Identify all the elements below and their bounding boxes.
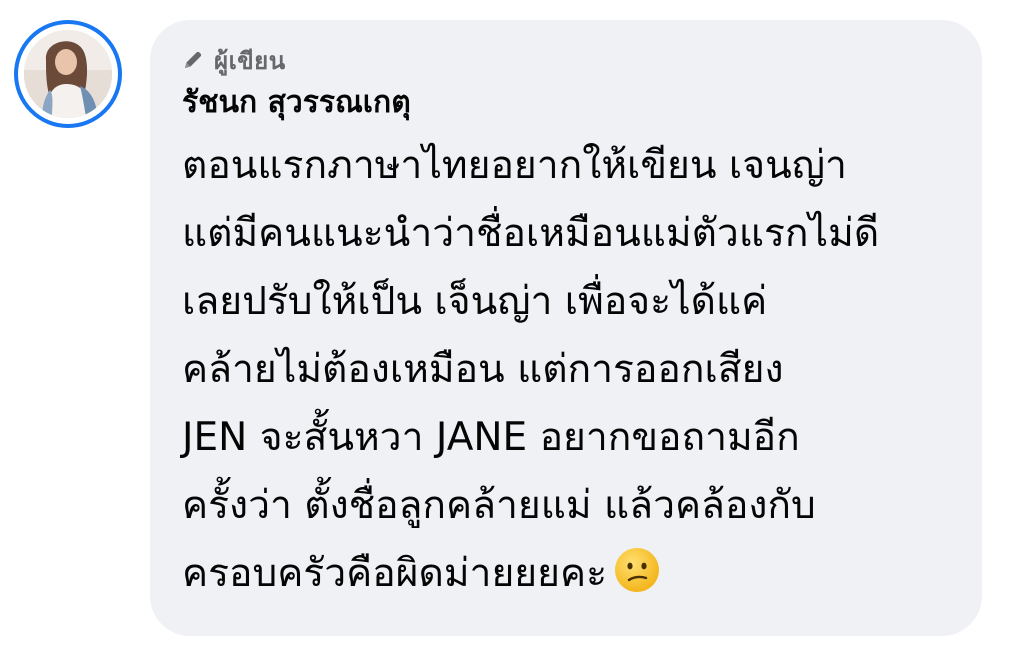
comment-text: ตอนแรกภาษาไทยอยากให้เขียน เจนญ่า แต่มีคน… — [182, 143, 880, 596]
avatar-story-ring[interactable] — [14, 20, 122, 128]
author-badge-label: ผู้เขียน — [214, 46, 286, 75]
avatar-photo — [24, 30, 112, 118]
author-badge: ผู้เขียน — [182, 42, 952, 78]
pencil-icon — [182, 49, 204, 71]
comment-bubble: ผู้เขียน รัชนก สุวรรณเกตุ ตอนแรกภาษาไทยอ… — [150, 20, 982, 636]
author-name[interactable]: รัชนก สุวรรณเกตุ — [182, 82, 952, 124]
comment-screenshot: ผู้เขียน รัชนก สุวรรณเกตุ ตอนแรกภาษาไทยอ… — [0, 0, 1020, 647]
avatar[interactable] — [24, 30, 112, 118]
comment-body: ตอนแรกภาษาไทยอยากให้เขียน เจนญ่า แต่มีคน… — [182, 132, 952, 608]
confused-face-emoji — [613, 546, 661, 594]
